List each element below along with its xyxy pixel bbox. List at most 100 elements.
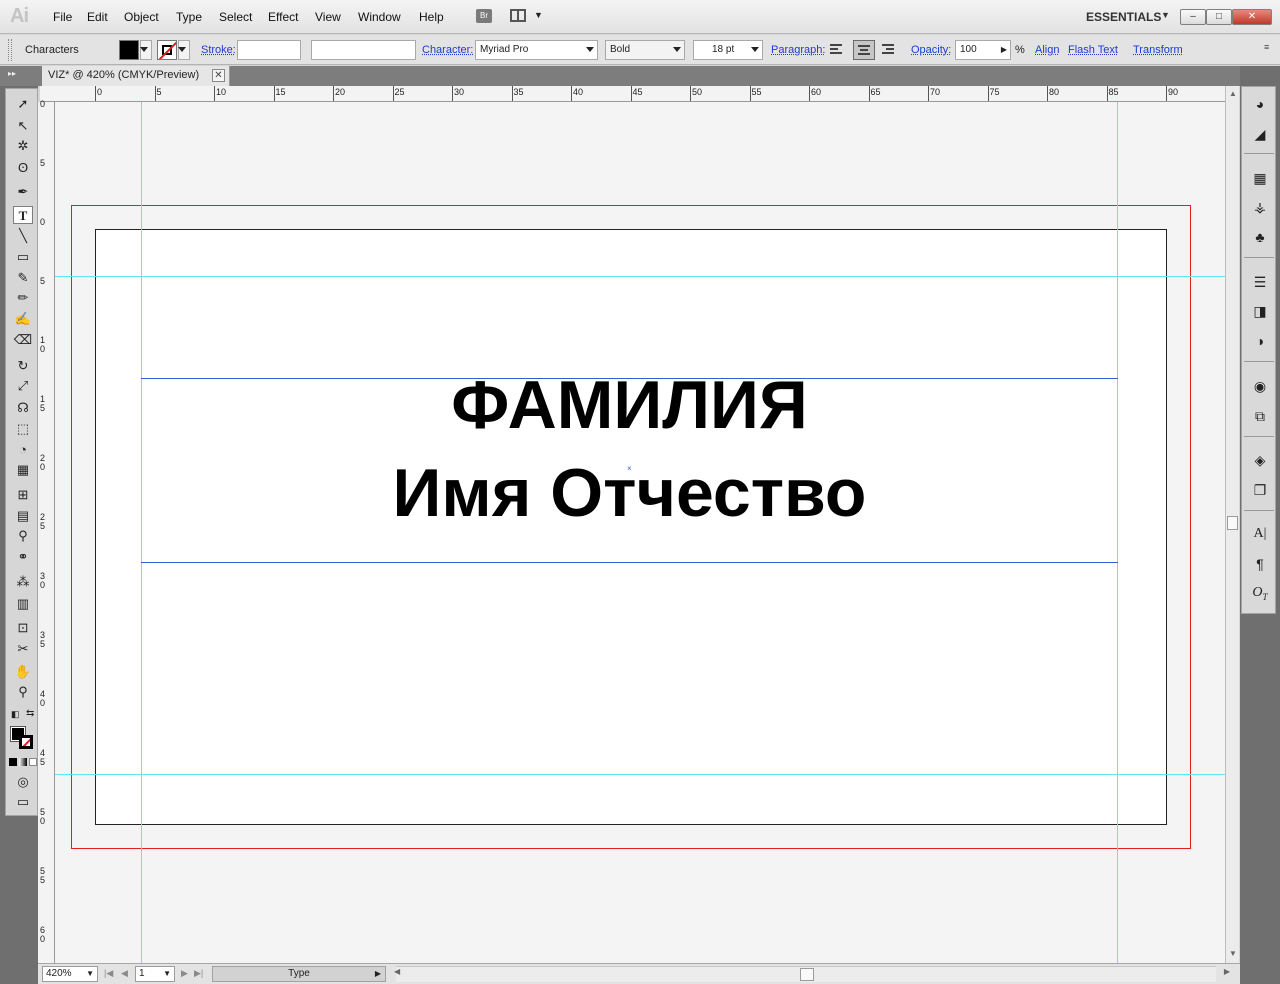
swap-colors-icon[interactable]: ⇆	[26, 708, 34, 719]
variable-width-field[interactable]	[311, 40, 416, 60]
previous-artboard-icon[interactable]: ◀	[121, 968, 128, 979]
horizontal-scrollbar[interactable]: ◀ ▶	[394, 966, 1230, 982]
zoom-level-field[interactable]: 420% ▼	[42, 966, 98, 982]
default-colors-icon[interactable]: ◧	[11, 709, 20, 720]
color-mode-icon[interactable]	[9, 758, 17, 766]
stroke-swatch[interactable]	[157, 40, 177, 60]
guide-horizontal[interactable]	[55, 774, 1225, 775]
last-artboard-icon[interactable]: ▶|	[194, 968, 203, 979]
menu-object[interactable]: Object	[124, 10, 159, 24]
menu-edit[interactable]: Edit	[87, 10, 108, 24]
current-tool-status[interactable]: Type ▶	[212, 966, 386, 982]
perspective-grid-tool-icon[interactable]: ▦	[13, 461, 33, 479]
mesh-tool-icon[interactable]: ⊞	[13, 486, 33, 504]
font-size-field[interactable]: 18 pt	[693, 40, 763, 60]
artboard-number-field[interactable]: 1 ▼	[135, 966, 175, 982]
artboard-tool-icon[interactable]: ⊡	[13, 619, 33, 637]
blend-tool-icon[interactable]: ⚭	[13, 548, 33, 566]
eraser-tool-icon[interactable]: ⌫	[13, 331, 33, 349]
screen-mode-icon[interactable]: ▭	[13, 793, 33, 811]
eyedropper-tool-icon[interactable]: ⚲	[13, 527, 33, 545]
next-artboard-icon[interactable]: ▶	[181, 968, 188, 979]
menu-effect[interactable]: Effect	[268, 10, 298, 24]
rectangle-tool-icon[interactable]: ▭	[13, 248, 33, 266]
layers-panel-icon[interactable]: ◈	[1250, 451, 1270, 469]
align-link[interactable]: Align	[1035, 44, 1059, 56]
font-style-dropdown[interactable]: Bold	[605, 40, 685, 60]
opacity-field[interactable]: 100 ▶	[955, 40, 1011, 60]
scroll-left-icon[interactable]: ◀	[394, 967, 400, 976]
column-graph-tool-icon[interactable]: ▥	[13, 595, 33, 613]
rotate-tool-icon[interactable]: ↻	[13, 357, 33, 375]
vertical-ruler[interactable]: 0 5 0 5 1 0 1 5 2 0 2 5 3 0 3 5 4 0 4 5 5 0 5 5 6 0	[38, 100, 55, 963]
restore-button[interactable]: □	[1206, 9, 1232, 25]
close-icon[interactable]: ✕	[212, 69, 225, 82]
opacity-link[interactable]: Opacity:	[911, 44, 951, 56]
scroll-up-icon[interactable]: ▲	[1229, 89, 1237, 98]
close-button[interactable]: ✕	[1232, 9, 1272, 25]
control-panel-menu-icon[interactable]: ≡	[1264, 42, 1269, 52]
document-tab[interactable]: VIZ* @ 420% (CMYK/Preview)	[42, 66, 230, 86]
character-link[interactable]: Character:	[422, 44, 473, 56]
canvas[interactable]: ФАМИЛИЯ Имя Отчество ×	[55, 102, 1225, 963]
minimize-button[interactable]: –	[1180, 9, 1206, 25]
magic-wand-tool-icon[interactable]: ✲	[13, 137, 33, 155]
zoom-tool-icon[interactable]: ⚲	[13, 683, 33, 701]
menu-type[interactable]: Type	[176, 10, 202, 24]
menu-file[interactable]: File	[53, 10, 72, 24]
shape-builder-tool-icon[interactable]: ◔	[13, 441, 33, 459]
swatches-panel-icon[interactable]: ▦	[1250, 169, 1270, 187]
hand-tool-icon[interactable]: ✋	[13, 663, 33, 681]
workspace-switcher[interactable]: ESSENTIALS	[1086, 10, 1161, 24]
vertical-scrollbar[interactable]: ▲ ▼	[1225, 86, 1239, 963]
pencil-tool-icon[interactable]: ✏	[13, 289, 33, 307]
appearance-panel-icon[interactable]: ◉	[1250, 377, 1270, 395]
symbol-sprayer-tool-icon[interactable]: ⁂	[13, 573, 33, 591]
menu-window[interactable]: Window	[358, 10, 401, 24]
align-left-icon[interactable]	[829, 42, 845, 58]
paragraph-link[interactable]: Paragraph:	[771, 44, 825, 56]
brushes-panel-icon[interactable]: ⚶	[1250, 198, 1270, 216]
menu-select[interactable]: Select	[219, 10, 252, 24]
gradient-tool-icon[interactable]: ▤	[13, 507, 33, 525]
first-artboard-icon[interactable]: |◀	[104, 968, 113, 979]
menu-view[interactable]: View	[315, 10, 341, 24]
fill-swatch[interactable]	[119, 40, 139, 60]
chevron-down-icon[interactable]: ▼	[1161, 10, 1170, 20]
fill-dropdown[interactable]	[140, 40, 152, 60]
draw-mode-icon[interactable]: ◎	[13, 773, 33, 791]
paragraph-panel-icon[interactable]: ¶	[1250, 555, 1270, 573]
blob-brush-tool-icon[interactable]: ✍	[13, 310, 33, 328]
artboards-panel-icon[interactable]: ❐	[1250, 481, 1270, 499]
color-panel-icon[interactable]: ◕	[1250, 95, 1270, 113]
stroke-dropdown[interactable]	[178, 40, 190, 60]
bridge-button[interactable]: Br	[476, 9, 492, 23]
scroll-right-icon[interactable]: ▶	[1224, 967, 1230, 976]
character-panel-icon[interactable]: A|	[1250, 525, 1270, 543]
color-guide-panel-icon[interactable]: ◢	[1250, 125, 1270, 143]
free-transform-tool-icon[interactable]: ⬚	[13, 420, 33, 438]
align-right-icon[interactable]	[881, 42, 897, 58]
align-center-icon[interactable]	[853, 40, 875, 60]
horizontal-ruler[interactable]: 0 5 10 15 20 25 30 35 40 45 50 55 60 65 70 75 80 85 90	[40, 86, 1225, 102]
warp-tool-icon[interactable]: ☊	[13, 399, 33, 417]
guide-horizontal[interactable]	[55, 276, 1225, 277]
scale-tool-icon[interactable]: ⤢	[13, 377, 33, 395]
direct-selection-tool-icon[interactable]: ↖	[13, 117, 33, 135]
vertical-scroll-thumb[interactable]	[1227, 516, 1238, 530]
collapse-icon[interactable]: ▸▸	[8, 69, 16, 78]
scroll-down-icon[interactable]: ▼	[1229, 949, 1237, 958]
pen-tool-icon[interactable]: ✒	[13, 183, 33, 201]
line-tool-icon[interactable]: ╲	[13, 227, 33, 245]
flash-text-link[interactable]: Flash Text	[1068, 44, 1118, 56]
guide-vertical[interactable]	[1117, 102, 1118, 963]
type-tool-icon[interactable]: T	[13, 206, 33, 224]
none-mode-icon[interactable]	[29, 758, 37, 766]
graphic-styles-panel-icon[interactable]: ⧉	[1250, 407, 1270, 425]
gradient-mode-icon[interactable]	[19, 758, 27, 766]
transform-link[interactable]: Transform	[1133, 44, 1183, 56]
menu-help[interactable]: Help	[419, 10, 444, 24]
gradient-panel-icon[interactable]: ◨	[1250, 302, 1270, 320]
stroke-color-icon[interactable]	[19, 735, 33, 749]
paintbrush-tool-icon[interactable]: ✎	[13, 269, 33, 287]
